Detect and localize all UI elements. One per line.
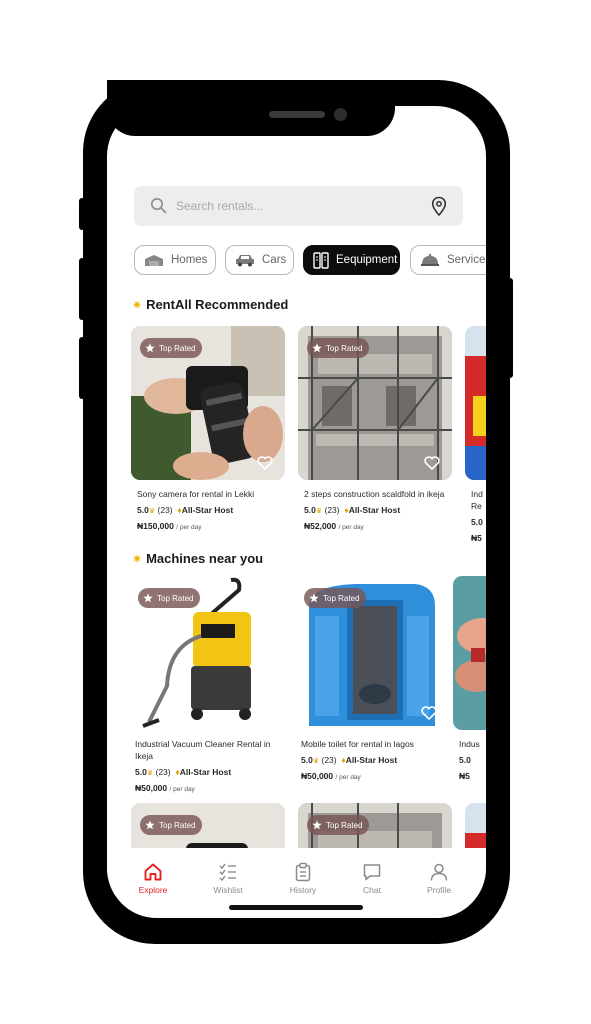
search-icon [151, 198, 167, 214]
car-icon [236, 255, 254, 267]
clipboard-icon [295, 862, 311, 882]
sparkle-icon: ✷ [132, 297, 143, 312]
listing-rating: 5.0 [471, 517, 483, 527]
listing-image-bouncy-castle [465, 326, 486, 480]
chip-label: Eequipment [336, 254, 398, 266]
chip-cars[interactable]: Cars [225, 245, 294, 275]
chip-label: Cars [262, 254, 287, 266]
listing-title: Ind Re [471, 489, 483, 511]
top-rated-badge: Top Rated [140, 815, 203, 835]
listing-price: ₦150,000 / per day [137, 521, 202, 531]
listing-rating: 5.0♛ (23) ♦All-Star Host [301, 755, 398, 765]
listing-price: ₦5 [471, 533, 482, 543]
top-rated-badge: Top Rated [307, 338, 370, 358]
house-icon [145, 255, 163, 266]
listing-card[interactable]: Top Rated Mobile toilet for rental in la… [295, 576, 449, 781]
phone-frame: Search rentals... Homes Cars Eequipment [83, 80, 510, 944]
home-icon [144, 863, 162, 881]
nav-explore[interactable]: Explore [123, 862, 183, 895]
crown-icon: ♛ [146, 770, 154, 777]
top-rated-badge: Top Rated [307, 815, 370, 835]
listing-title: Mobile toilet for rental in lagos [301, 739, 414, 749]
service-bell-icon [421, 253, 439, 266]
crown-icon: ♛ [315, 508, 323, 515]
checklist-icon [219, 863, 236, 882]
star-icon [143, 593, 153, 603]
front-camera [334, 108, 347, 121]
category-chips: Homes Cars Eequipment Services [134, 245, 486, 276]
listing-rating: 5.0♛ (23) ♦All-Star Host [137, 505, 234, 515]
search-input[interactable]: Search rentals... [176, 199, 263, 213]
star-icon [145, 343, 155, 353]
top-rated-badge: Top Rated [304, 588, 367, 608]
star-icon [145, 820, 155, 830]
star-icon [312, 343, 322, 353]
listing-card-partial[interactable]: Indus 5.0 ₦5 [453, 576, 486, 781]
heart-icon[interactable] [257, 456, 273, 470]
sparkle-icon: ✷ [132, 551, 143, 566]
listing-rating: 5.0♛ (23) ♦All-Star Host [135, 767, 232, 777]
search-bar[interactable]: Search rentals... [134, 186, 463, 226]
phone-notch [107, 80, 395, 136]
app-screen: Search rentals... Homes Cars Eequipment [107, 106, 486, 918]
person-icon [430, 863, 448, 881]
chip-services[interactable]: Services [410, 245, 486, 275]
section-title-machines: ✷ Machines near you [132, 551, 264, 566]
heart-icon[interactable] [421, 706, 437, 720]
listing-image-mobile-toilet: Top Rated [295, 576, 449, 730]
heart-icon[interactable] [424, 456, 440, 470]
chat-bubble-icon [363, 864, 381, 881]
listing-card[interactable]: Top Rated 2 steps construction scaldfold… [298, 326, 452, 531]
listing-title: Indus [459, 739, 480, 749]
listing-image-hands [453, 576, 486, 730]
listing-price: ₦50,000 / per day [135, 783, 195, 793]
chip-equipment[interactable]: Eequipment [303, 245, 400, 275]
chip-homes[interactable]: Homes [134, 245, 216, 275]
listing-card[interactable]: Top Rated Sony camera for rental in Lekk… [131, 326, 285, 531]
star-icon [312, 820, 322, 830]
chip-label: Services [447, 254, 486, 266]
listing-image-vacuum: Top Rated [129, 576, 283, 730]
listing-card-partial[interactable]: Ind Re 5.0 ₦5 [465, 326, 486, 543]
listing-image-scaffold: Top Rated [298, 326, 452, 480]
listing-price: ₦50,000 / per day [301, 771, 361, 781]
listing-image-camera: Top Rated [131, 326, 285, 480]
listing-title: 2 steps construction scaldfold in ikeja [304, 489, 445, 499]
nav-wishlist[interactable]: Wishlist [198, 862, 258, 895]
listing-price: ₦52,000 / per day [304, 521, 364, 531]
equipment-icon [313, 252, 329, 269]
location-pin-icon[interactable] [430, 196, 448, 217]
listing-price: ₦5 [459, 771, 470, 781]
home-indicator[interactable] [229, 905, 363, 910]
listing-rating: 5.0 [459, 755, 471, 765]
star-icon [309, 593, 319, 603]
crown-icon: ♛ [312, 758, 320, 765]
earpiece-speaker [269, 111, 325, 118]
chip-label: Homes [171, 254, 208, 266]
crown-icon: ♛ [148, 508, 156, 515]
section-title-recommended: ✷ RentAll Recommended [132, 297, 289, 312]
listing-title: Industrial Vacuum Cleaner Rental in Ikej… [135, 739, 271, 761]
listing-title: Sony camera for rental in Lekki [137, 489, 255, 499]
nav-chat[interactable]: Chat [342, 862, 402, 895]
listing-rating: 5.0♛ (23) ♦All-Star Host [304, 505, 401, 515]
top-rated-badge: Top Rated [140, 338, 203, 358]
nav-profile[interactable]: Profile [409, 862, 469, 895]
top-rated-badge: Top Rated [138, 588, 201, 608]
nav-history[interactable]: History [273, 862, 333, 895]
listing-card[interactable]: Top Rated Industrial Vacuum Cleaner Rent… [129, 576, 283, 793]
